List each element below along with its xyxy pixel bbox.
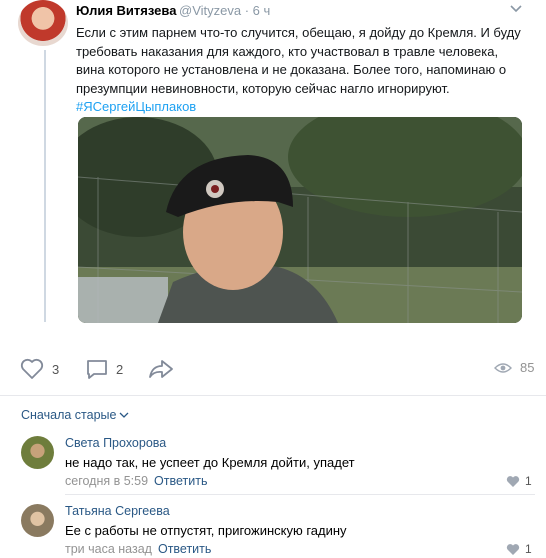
comment-separator	[65, 494, 535, 495]
divider	[0, 395, 546, 396]
eye-icon	[494, 362, 512, 373]
tweet-text: Если с этим парнем что-то случится, обещ…	[76, 24, 526, 117]
views-counter: 85	[494, 360, 534, 375]
comment-like-button[interactable]: 1	[506, 542, 532, 556]
comment-like-count: 1	[525, 474, 532, 488]
tweet-photo[interactable]	[78, 117, 522, 323]
heart-icon	[20, 358, 44, 379]
comment-text: Ее с работы не отпустят, пригожинскую га…	[65, 523, 347, 538]
comment-button[interactable]: 2	[86, 358, 123, 380]
share-button[interactable]	[148, 358, 174, 380]
comments-sort-dropdown[interactable]: Сначала старые	[21, 408, 129, 422]
comment-author-avatar[interactable]	[21, 504, 54, 537]
comment-time[interactable]: сегодня в 5:59	[65, 474, 148, 488]
comment-author-avatar[interactable]	[21, 436, 54, 469]
tweet-author-handle-time: @Vityzeva · 6 ч	[179, 3, 271, 18]
like-button[interactable]: 3	[20, 358, 59, 380]
tweet-body: Если с этим парнем что-то случится, обещ…	[76, 25, 521, 96]
photo-illustration	[78, 117, 522, 323]
tweet-author-avatar[interactable]	[18, 0, 68, 46]
like-count: 3	[52, 361, 60, 377]
reply-button[interactable]: Ответить	[158, 542, 211, 556]
views-count: 85	[520, 360, 535, 375]
comment-icon	[87, 360, 107, 379]
chevron-down-icon	[120, 412, 129, 418]
tweet-menu-chevron-icon[interactable]	[510, 4, 522, 14]
comment-time[interactable]: три часа назад	[65, 542, 152, 556]
tweet-hashtag[interactable]: #ЯСергейЦыплаков	[76, 98, 526, 117]
like-heart-icon	[506, 543, 520, 555]
post-actions: 3 2 85	[0, 352, 546, 386]
comment-count: 2	[116, 361, 124, 377]
quote-line	[44, 50, 46, 322]
comment-meta: три часа назад Ответить	[65, 542, 211, 556]
comment-like-button[interactable]: 1	[506, 474, 532, 488]
comment-like-count: 1	[525, 542, 532, 556]
reply-button[interactable]: Ответить	[154, 474, 207, 488]
comment-meta: сегодня в 5:59 Ответить	[65, 474, 207, 488]
embedded-tweet: Юлия Витязева @Vityzeva · 6 ч Если с эти…	[0, 0, 546, 338]
comment-author-name[interactable]: Света Прохорова	[65, 436, 166, 450]
tweet-author-name[interactable]: Юлия Витязева	[76, 3, 176, 18]
comments-sort-label: Сначала старые	[21, 408, 117, 422]
like-heart-icon	[506, 475, 520, 487]
comment-text: не надо так, не успеет до Кремля дойти, …	[65, 455, 355, 470]
comment-author-name[interactable]: Татьяна Сергеева	[65, 504, 170, 518]
share-icon	[149, 360, 173, 378]
